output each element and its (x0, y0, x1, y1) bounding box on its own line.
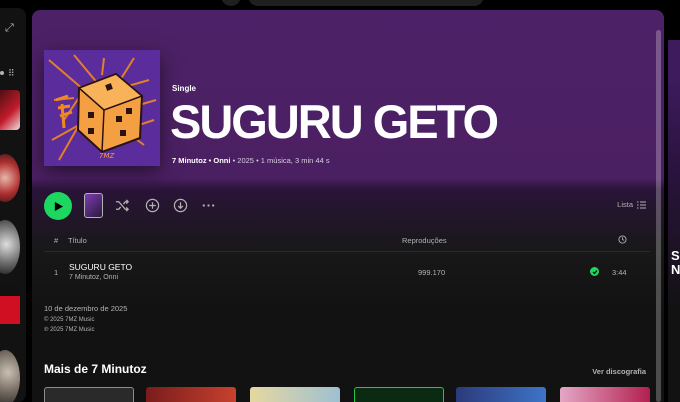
album-cover: 7MZ (44, 50, 160, 166)
download-icon (173, 198, 187, 212)
main-view: 7MZ Single SUGURU GETO 7 Minutoz • Onni … (32, 10, 664, 402)
shuffle-icon (115, 198, 129, 212)
track-plays: 999.170 (418, 268, 446, 277)
view-toggle[interactable]: Lista (617, 200, 646, 209)
release-year: 2025 (237, 156, 254, 165)
artist-link-secondary[interactable]: Onni (213, 156, 230, 165)
library-item-cover[interactable] (0, 350, 20, 402)
list-view-icon (637, 201, 646, 208)
check-circle-icon[interactable] (590, 267, 599, 276)
track-duration: 3:44 (612, 268, 627, 277)
discography-card[interactable] (146, 387, 236, 402)
top-bar (0, 0, 680, 8)
more-options-button[interactable] (200, 197, 216, 213)
track-number: 1 (54, 268, 59, 277)
page-title: SUGURU GETO (170, 95, 499, 148)
shuffle-button[interactable] (114, 197, 130, 213)
now-playing-panel: S N (668, 10, 680, 402)
track-table-header: # Título Reproduções (44, 235, 650, 252)
add-circle-icon (145, 198, 159, 212)
release-summary: 1 música, 3 min 44 s (260, 156, 330, 165)
discography-card[interactable] (456, 387, 546, 402)
artist-link-primary[interactable]: 7 Minutoz (172, 156, 207, 165)
grid-view-icon[interactable]: ⠿ (8, 68, 15, 79)
more-by-artist-title[interactable]: Mais de 7 Minutoz (44, 362, 147, 376)
home-button[interactable] (221, 0, 241, 6)
copyright-p: ℗ 2025 7MZ Music (44, 327, 95, 333)
play-button[interactable] (44, 192, 72, 220)
expand-icon[interactable]: ⤢ (5, 22, 14, 35)
track-artists[interactable]: 7 Minutoz, Onni (69, 274, 118, 281)
add-to-library-button[interactable] (144, 197, 160, 213)
library-item-cover[interactable] (0, 284, 20, 324)
track-title[interactable]: SUGURU GETO (69, 262, 132, 272)
header-plays: Reproduções (402, 236, 447, 245)
header-title: Título (68, 236, 87, 245)
discography-card[interactable] (44, 387, 134, 402)
view-toggle-label: Lista (617, 200, 633, 209)
release-date: 10 de dezembro de 2025 (44, 304, 128, 313)
main-scrollbar[interactable] (656, 30, 661, 402)
play-icon (54, 201, 63, 211)
now-playing-title-partial: S (671, 248, 680, 263)
library-item-cover[interactable] (0, 220, 20, 274)
discography-card[interactable] (250, 387, 340, 402)
more-icon (202, 203, 214, 207)
discography-card[interactable] (560, 387, 650, 402)
search-bar[interactable] (248, 0, 484, 6)
sidebar-scroll-dot (0, 71, 4, 75)
preview-cover-button[interactable] (84, 193, 103, 218)
header-number: # (54, 236, 59, 245)
copyright-c: © 2025 7MZ Music (44, 317, 95, 323)
library-item-cover[interactable] (0, 154, 20, 202)
release-meta: 7 Minutoz • Onni • 2025 • 1 música, 3 mi… (172, 156, 330, 165)
discography-card[interactable] (354, 387, 444, 402)
clock-icon (618, 235, 627, 246)
table-row[interactable]: 1 SUGURU GETO 7 Minutoz, Onni 999.170 3:… (44, 258, 650, 286)
now-playing-title-partial: N (671, 262, 680, 277)
release-type: Single (172, 84, 197, 93)
svg-text:7MZ: 7MZ (99, 152, 114, 160)
library-sidebar: ⤢ ⠿ (0, 8, 26, 402)
discography-link[interactable]: Ver discografia (592, 367, 646, 376)
album-cover-art: 7MZ (44, 50, 160, 166)
release-info: 10 de dezembro de 2025 © 2025 7MZ Music … (44, 304, 127, 335)
download-button[interactable] (172, 197, 188, 213)
library-item-cover[interactable] (0, 90, 20, 130)
